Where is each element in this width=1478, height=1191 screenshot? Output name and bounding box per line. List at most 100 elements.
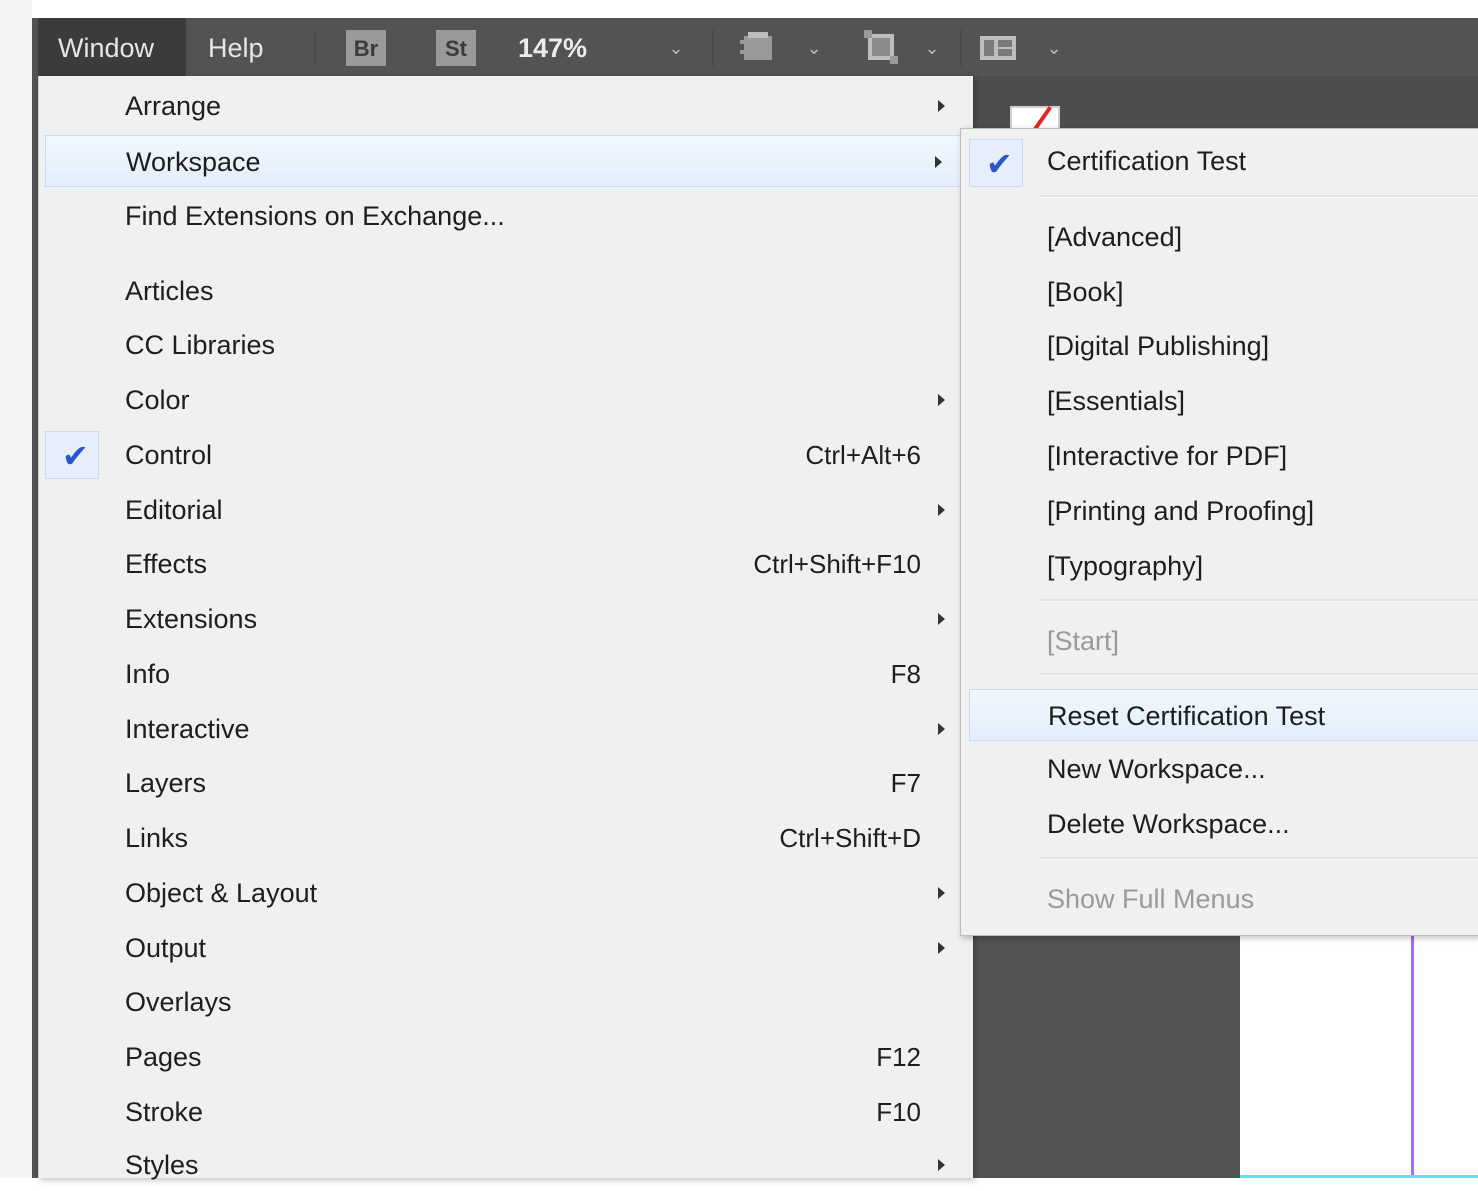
menu-item-overlays[interactable]: Overlays [39,976,973,1028]
menu-item-label: Stroke [125,1097,204,1127]
menu-item-pages[interactable]: Pages F12 [39,1031,973,1083]
menu-item-interactive[interactable]: Interactive [39,703,973,755]
workspace-item-label: [Advanced] [1047,222,1183,252]
workspace-item-reset-certification-test[interactable]: Reset Certification Test [969,689,1478,741]
menu-item-label: Arrange [125,91,222,121]
menu-item-arrange[interactable]: Arrange [39,80,973,132]
screen-mode-icon[interactable] [738,28,778,66]
menu-item-label: Layers [125,768,207,798]
menu-item-label: CC Libraries [125,330,276,360]
menu-separator [1039,857,1478,860]
menu-item-layers[interactable]: Layers F7 [39,757,973,809]
document-page [1240,930,1478,1178]
submenu-arrow-icon [935,156,942,168]
menu-item-shortcut: Ctrl+Shift+D [779,823,921,853]
workspace-item-interactive-for-pdf[interactable]: [Interactive for PDF] [961,430,1478,482]
menu-item-styles[interactable]: Styles [39,1139,973,1191]
menu-separator [1039,599,1478,602]
menu-item-object-layout[interactable]: Object & Layout [39,867,973,919]
margin-guide [1411,930,1414,1178]
chevron-down-icon[interactable]: ⌄ [1042,36,1066,60]
frame-icon[interactable] [860,28,900,66]
menu-item-label: Find Extensions on Exchange... [125,201,505,231]
menu-item-color[interactable]: Color [39,374,973,426]
workspace-item-book[interactable]: [Book] [961,266,1478,318]
workspace-item-label: [Book] [1047,277,1124,307]
menu-item-shortcut: Ctrl+Shift+F10 [753,549,921,579]
submenu-arrow-icon [938,394,945,406]
workspace-item-advanced[interactable]: [Advanced] [961,211,1478,263]
workspace-item-label: Certification Test [1047,146,1247,176]
workspace-item-essentials[interactable]: [Essentials] [961,375,1478,427]
zoom-level[interactable]: 147% [518,18,587,78]
menu-item-label: Overlays [125,987,232,1017]
menubar-separator [960,30,962,66]
left-border [0,0,32,1178]
submenu-arrow-icon [938,887,945,899]
workspace-item-label: Reset Certification Test [1048,701,1326,731]
workspace-item-label: [Typography] [1047,551,1204,581]
menu-item-effects[interactable]: Effects Ctrl+Shift+F10 [39,538,973,590]
stock-button[interactable]: St [436,30,476,66]
menu-item-label: Effects [125,549,208,579]
arrange-documents-icon[interactable] [978,28,1018,66]
menu-separator [1039,195,1478,198]
menu-help[interactable]: Help [208,18,264,76]
bridge-button[interactable]: Br [346,30,386,66]
checkmark-icon: ✔ [62,438,89,474]
menu-item-articles[interactable]: Articles [39,265,973,317]
menu-item-stroke[interactable]: Stroke F10 [39,1086,973,1138]
workspace-item-delete-workspace[interactable]: Delete Workspace... [961,798,1478,850]
menu-item-output[interactable]: Output [39,922,973,974]
workspace-item-label: Delete Workspace... [1047,809,1290,839]
chevron-down-icon[interactable]: ⌄ [802,36,826,60]
menu-item-label: Editorial [125,495,223,525]
menu-window[interactable]: Window [38,18,186,76]
menu-item-info[interactable]: Info F8 [39,648,973,700]
submenu-arrow-icon [938,613,945,625]
menu-item-links[interactable]: Links Ctrl+Shift+D [39,812,973,864]
workspace-item-new-workspace[interactable]: New Workspace... [961,743,1478,795]
workspace-submenu: ✔ Certification Test [Advanced] [Book] [Digi… [960,128,1478,936]
checkmark-icon: ✔ [986,146,1013,182]
workspace-item-printing-and-proofing[interactable]: [Printing and Proofing] [961,485,1478,537]
menu-item-shortcut: F12 [876,1042,921,1072]
menu-item-label: Color [125,385,190,415]
workspace-item-label: [Essentials] [1047,386,1186,416]
workspace-item-label: [Digital Publishing] [1047,331,1270,361]
workspace-item-digital-publishing[interactable]: [Digital Publishing] [961,320,1478,372]
menu-item-label: Styles [125,1150,199,1180]
submenu-arrow-icon [938,723,945,735]
menu-item-label: Control [125,440,213,470]
menu-item-label: Links [125,823,189,853]
menu-item-label: Info [125,659,171,689]
menu-item-label: Interactive [125,714,250,744]
workspace-item-label: [Interactive for PDF] [1047,441,1288,471]
workspace-item-typography[interactable]: [Typography] [961,540,1478,592]
top-border [0,0,1478,18]
checked-indicator: ✔ [969,139,1023,187]
menu-item-cc-libraries[interactable]: CC Libraries [39,319,973,371]
workspace-item-label: Show Full Menus [1047,884,1255,914]
menu-item-workspace[interactable]: Workspace [45,135,965,187]
menu-item-find-extensions-on-exchange[interactable]: Find Extensions on Exchange... [39,190,973,242]
chevron-down-icon[interactable]: ⌄ [664,36,688,60]
workspace-item-label: [Start] [1047,626,1120,656]
menubar-separator [314,30,316,66]
menu-item-control[interactable]: ✔ Control Ctrl+Alt+6 [39,429,973,481]
menu-item-editorial[interactable]: Editorial [39,484,973,536]
menubar-separator [712,30,714,66]
menu-item-shortcut: F7 [890,768,921,798]
menu-item-label: Workspace [126,147,261,177]
checked-indicator: ✔ [45,431,99,479]
workspace-item-start: [Start] [961,615,1478,667]
chevron-down-icon[interactable]: ⌄ [920,36,944,60]
submenu-arrow-icon [938,100,945,112]
workspace-item-label: [Printing and Proofing] [1047,496,1315,526]
menu-separator [1039,673,1478,676]
menu-item-label: Articles [125,276,214,306]
workspace-item-certification-test[interactable]: ✔ Certification Test [961,135,1478,187]
workspace-item-show-full-menus: Show Full Menus [961,873,1478,925]
menu-item-extensions[interactable]: Extensions [39,593,973,645]
window-menu-dropdown: Arrange Workspace Find Extensions on Excha… [38,76,973,1180]
